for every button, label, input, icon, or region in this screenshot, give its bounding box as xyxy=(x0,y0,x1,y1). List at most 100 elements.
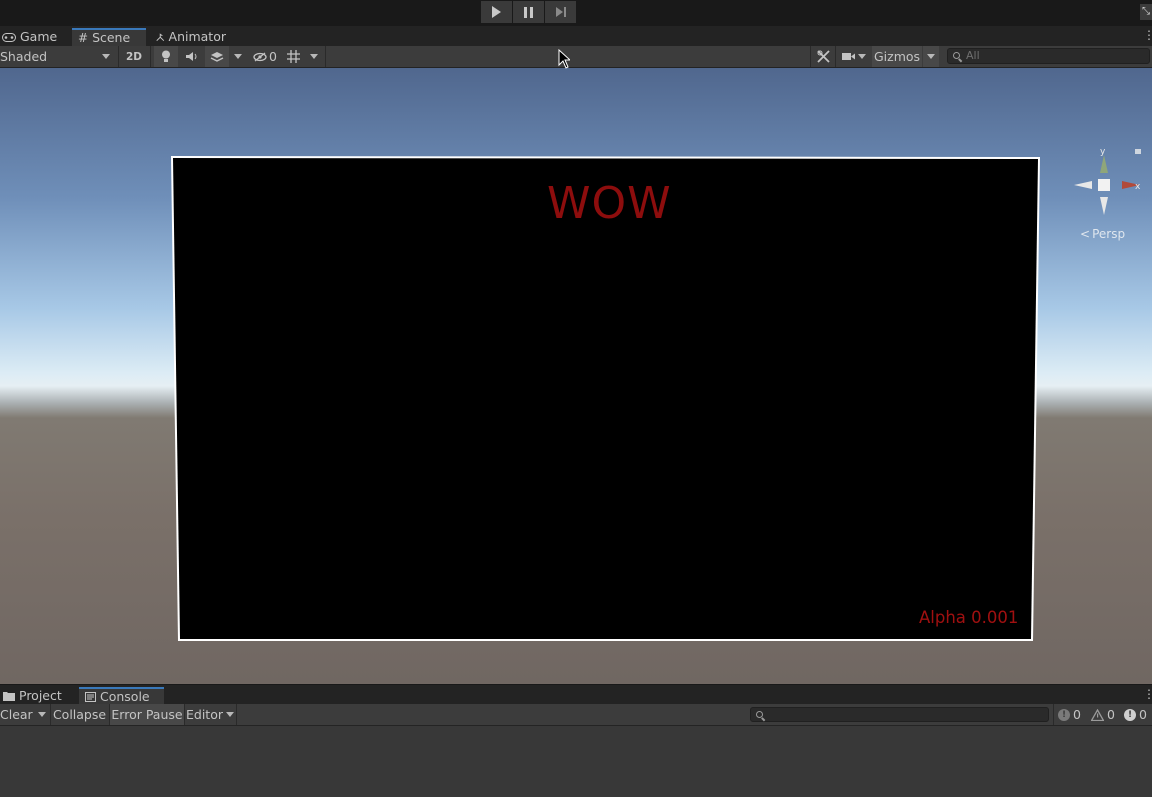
lighting-toggle-button[interactable] xyxy=(154,46,178,67)
chevron-down-icon xyxy=(226,712,234,717)
error-icon: ! xyxy=(1124,708,1136,721)
layers-icon xyxy=(210,51,224,62)
gizmos-toggle-button[interactable]: Gizmos xyxy=(872,46,922,67)
tab-animator[interactable]: Animator xyxy=(150,28,232,46)
divider xyxy=(810,46,811,67)
gamepad-icon xyxy=(2,32,16,42)
error-filter-toggle[interactable]: ! 0 xyxy=(1124,704,1147,725)
neg-y-axis-cone[interactable] xyxy=(1100,197,1108,215)
warning-count: 0 xyxy=(1107,707,1115,722)
grid-dropdown[interactable] xyxy=(307,46,321,67)
info-filter-toggle[interactable]: ! 0 xyxy=(1058,704,1081,725)
collapse-label: Collapse xyxy=(52,707,107,722)
editor-label: Editor xyxy=(186,707,223,722)
effects-dropdown[interactable] xyxy=(231,46,245,67)
console-icon xyxy=(85,692,96,702)
step-button[interactable] xyxy=(545,1,576,23)
search-icon xyxy=(756,711,763,718)
audio-toggle-button[interactable] xyxy=(181,46,203,67)
hidden-count: 0 xyxy=(269,49,277,64)
y-axis-cone[interactable] xyxy=(1100,155,1108,173)
grid-toggle-button[interactable] xyxy=(284,46,302,67)
camera-settings-dropdown[interactable] xyxy=(838,46,870,67)
camera-icon xyxy=(842,53,855,60)
hidden-objects-toggle[interactable]: 0 xyxy=(250,46,280,67)
tools-button[interactable] xyxy=(813,46,833,67)
draw-mode-label: Shaded xyxy=(0,49,48,64)
search-icon xyxy=(953,52,960,59)
chevron-down-icon xyxy=(102,54,110,59)
scene-title-text: WOW xyxy=(547,178,672,229)
error-pause-label: Error Pause xyxy=(111,707,183,722)
play-button[interactable] xyxy=(481,1,512,23)
pause-icon xyxy=(524,6,533,18)
console-log-area[interactable] xyxy=(0,726,1152,797)
scene-search-input[interactable]: All xyxy=(947,48,1150,64)
lightbulb-icon xyxy=(162,50,170,62)
tab-label: Console xyxy=(100,689,150,704)
tab-scene[interactable]: # Scene xyxy=(72,28,146,46)
tab-label: Project xyxy=(19,688,62,703)
info-icon: ! xyxy=(1058,708,1070,721)
clear-label: Clear xyxy=(0,707,33,722)
pause-button[interactable] xyxy=(513,1,544,23)
neg-x-axis-cone[interactable] xyxy=(1074,181,1092,189)
divider xyxy=(150,46,151,67)
divider xyxy=(118,46,119,67)
tab-project[interactable]: Project xyxy=(0,687,76,705)
error-pause-button[interactable]: Error Pause xyxy=(110,704,184,725)
lock-icon[interactable] xyxy=(1135,149,1141,154)
gizmos-dropdown[interactable] xyxy=(923,46,939,67)
console-tab-bar: Project Console ⋮ xyxy=(0,684,1152,705)
folder-icon xyxy=(3,692,15,701)
restore-window-button[interactable]: ⤡ xyxy=(1140,4,1152,20)
clear-button[interactable]: Clear xyxy=(0,704,34,725)
tab-console[interactable]: Console xyxy=(79,687,164,705)
console-search-input[interactable] xyxy=(750,707,1049,722)
chevron-down-icon xyxy=(38,712,46,717)
tab-label: Game xyxy=(20,29,58,44)
clear-options-dropdown[interactable] xyxy=(35,704,49,725)
chevron-down-icon xyxy=(858,54,866,59)
effects-toggle-button[interactable] xyxy=(205,46,229,67)
orientation-gizmo[interactable]: y x xyxy=(1072,145,1144,219)
grid-icon xyxy=(286,50,300,63)
step-icon xyxy=(555,7,566,17)
draw-mode-dropdown[interactable]: Shaded xyxy=(0,46,116,67)
divider xyxy=(325,46,326,67)
play-icon xyxy=(492,6,501,18)
canvas-quad[interactable] xyxy=(0,68,1152,684)
scene-viewport[interactable]: y x < Persp xyxy=(0,68,1152,684)
speaker-icon xyxy=(186,52,197,61)
collapse-button[interactable]: Collapse xyxy=(51,704,108,725)
projection-toggle[interactable]: < Persp xyxy=(1080,227,1125,241)
alpha-version-text: Alpha 0.001 xyxy=(919,608,1019,627)
search-placeholder: All xyxy=(966,49,980,62)
gizmo-center-cube[interactable] xyxy=(1098,179,1110,191)
mouse-cursor-icon xyxy=(558,49,570,69)
warning-icon xyxy=(1091,708,1104,721)
2d-toggle-button[interactable]: 2D xyxy=(121,46,147,67)
warning-filter-toggle[interactable]: 0 xyxy=(1091,704,1115,725)
tools-icon xyxy=(816,50,830,63)
error-count: 0 xyxy=(1139,707,1147,722)
chevron-down-icon xyxy=(927,54,935,59)
more-options-icon[interactable]: ⋮ xyxy=(1143,29,1152,41)
tab-game[interactable]: Game xyxy=(0,28,70,46)
chevron-down-icon xyxy=(310,54,318,59)
animator-icon xyxy=(156,32,165,41)
divider xyxy=(236,704,237,725)
eye-slash-icon xyxy=(253,51,267,62)
y-label: y xyxy=(1100,147,1106,157)
info-count: 0 xyxy=(1073,707,1081,722)
2d-label: 2D xyxy=(125,50,143,63)
gizmos-label: Gizmos xyxy=(873,49,921,64)
play-toolbar: ⤡ xyxy=(0,0,1152,26)
more-options-icon[interactable]: ⋮ xyxy=(1143,688,1152,700)
console-toolbar: Clear Collapse Error Pause Editor ! 0 0 … xyxy=(0,704,1152,726)
divider xyxy=(184,704,185,725)
editor-dropdown[interactable]: Editor xyxy=(186,704,234,725)
divider xyxy=(835,46,836,67)
chevron-down-icon xyxy=(234,54,242,59)
perspective-icon: < xyxy=(1080,227,1091,241)
